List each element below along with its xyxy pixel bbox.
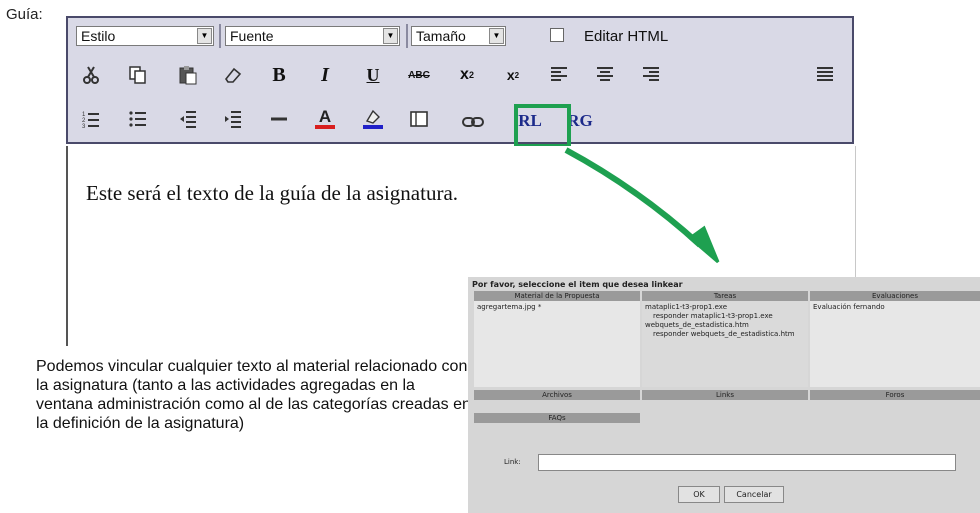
- list-item[interactable]: webquets_de_estadistica.htm: [645, 321, 805, 330]
- section-archivos[interactable]: Archivos: [474, 390, 640, 400]
- list-item[interactable]: Evaluación fernando: [813, 303, 977, 312]
- column-body: mataplic1-t3-prop1.exe responder matapli…: [642, 301, 808, 387]
- column-evaluaciones: Evaluaciones Evaluación fernando: [810, 291, 980, 387]
- dialog-title: Por favor, seleccione el item que desea …: [472, 280, 683, 289]
- column-header: Evaluaciones: [810, 291, 980, 301]
- link-input[interactable]: [538, 454, 956, 471]
- cancel-button[interactable]: Cancelar: [724, 486, 784, 503]
- column-material: Material de la Propuesta agregartema.jpg…: [474, 291, 640, 387]
- section-faqs[interactable]: FAQs: [474, 413, 640, 423]
- column-tareas: Tareas mataplic1-t3-prop1.exe responder …: [642, 291, 808, 387]
- list-item[interactable]: responder webquets_de_estadistica.htm: [645, 330, 805, 339]
- column-header: Material de la Propuesta: [474, 291, 640, 301]
- caption-text: Podemos vincular cualquier texto al mate…: [36, 358, 471, 432]
- items-table: Material de la Propuesta agregartema.jpg…: [468, 291, 980, 387]
- link-dialog: Por favor, seleccione el item que desea …: [468, 277, 980, 513]
- column-body: agregartema.jpg *: [474, 301, 640, 387]
- column-body: Evaluación fernando: [810, 301, 980, 387]
- section-links[interactable]: Links: [642, 390, 808, 400]
- list-item[interactable]: responder mataplic1-t3-prop1.exe: [645, 312, 805, 321]
- link-label: Link:: [504, 458, 521, 466]
- ok-button[interactable]: OK: [678, 486, 720, 503]
- section-foros[interactable]: Foros: [810, 390, 980, 400]
- list-item[interactable]: mataplic1-t3-prop1.exe: [645, 303, 805, 312]
- list-item[interactable]: agregartema.jpg *: [477, 303, 637, 312]
- column-header: Tareas: [642, 291, 808, 301]
